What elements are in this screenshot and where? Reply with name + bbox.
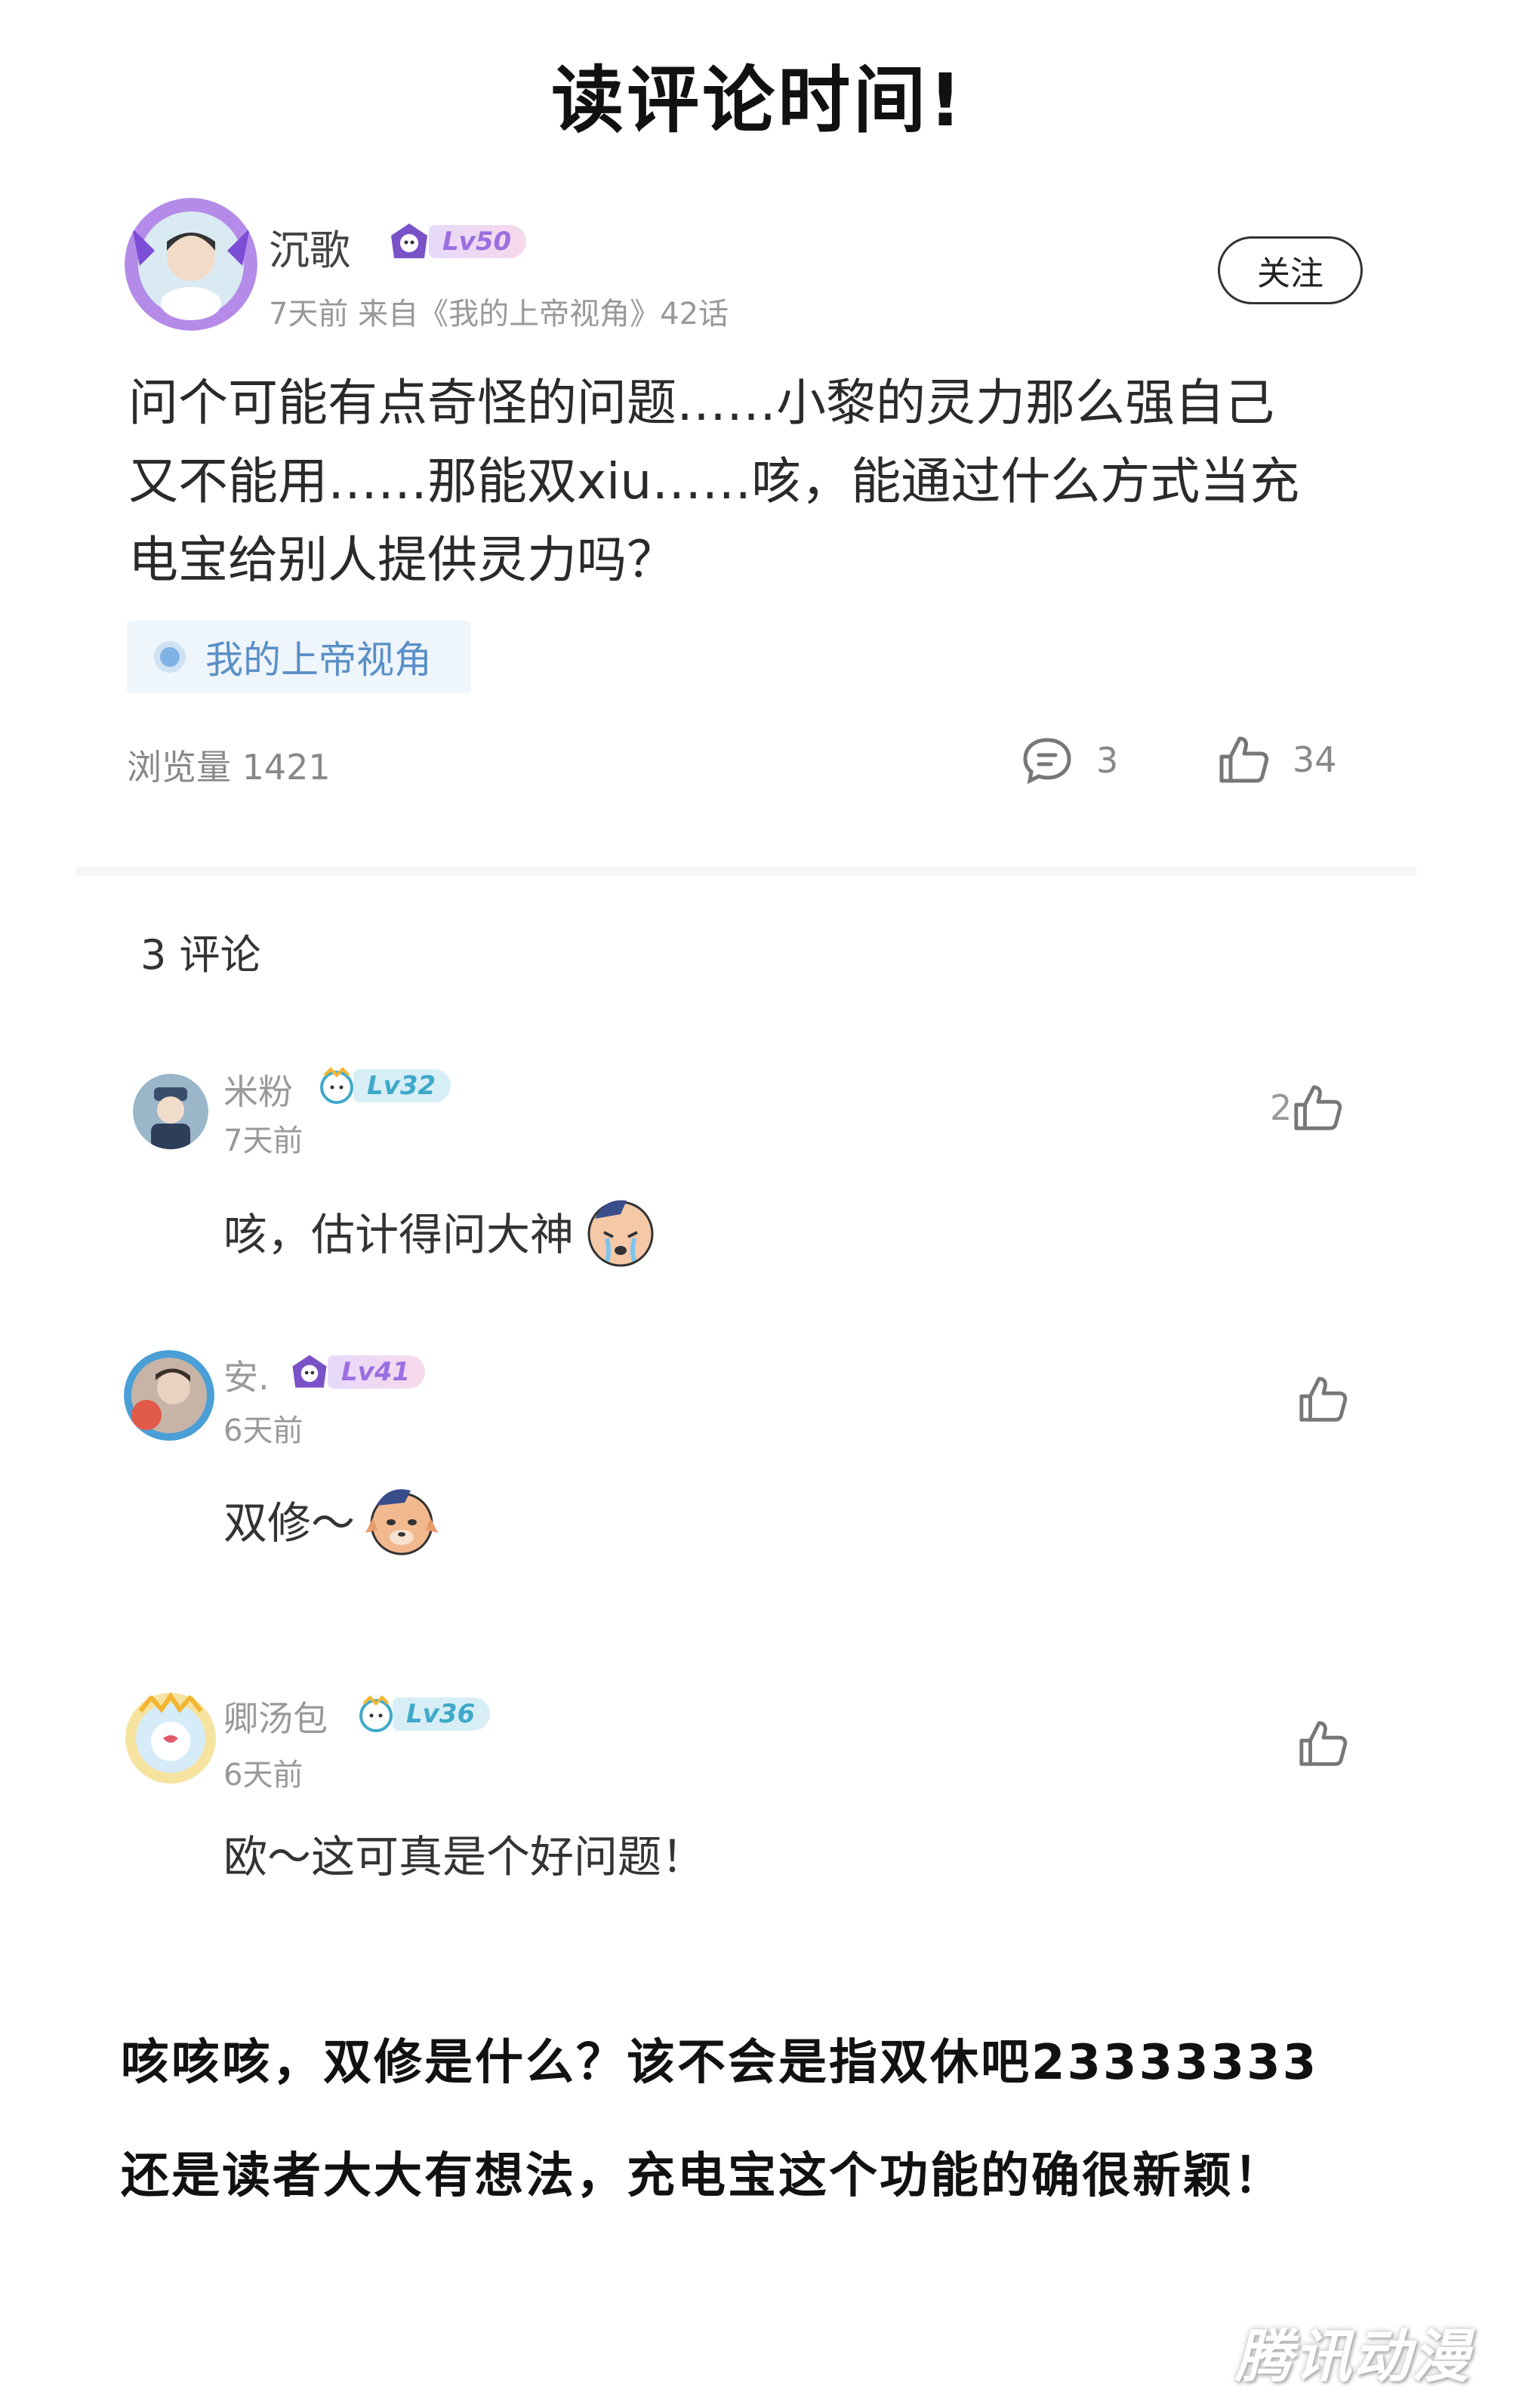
comment-text-content: 咳，估计得问大神 (223, 1209, 575, 1260)
level-label: Lv32 (353, 1069, 451, 1102)
level-mascot-icon (359, 1695, 393, 1732)
watermark-logo: 腾讯动漫 (1235, 2323, 1471, 2390)
commenter-avatar[interactable] (124, 1691, 217, 1785)
footer-line-2: 还是读者大大有想法，充电宝这个功能的确很新颖！ (121, 2148, 1284, 2204)
comment-text-content: 双修～ (223, 1497, 356, 1549)
dog-face-emoji-icon (365, 1489, 439, 1555)
comment-text-content: 欧～这可真是个好问题！ (223, 1831, 706, 1882)
comment-icon (1023, 738, 1071, 785)
comment-text: 双修～ (223, 1480, 441, 1559)
comment-text: 欧～这可真是个好问题！ (223, 1821, 705, 1885)
thumbs-up-icon (1299, 1377, 1348, 1422)
comment-time: 6天前 (223, 1414, 304, 1448)
commenter-avatar[interactable] (124, 1350, 214, 1441)
section-divider (75, 867, 1416, 876)
level-label: Lv50 (429, 225, 527, 258)
comment-button[interactable]: 3 (1021, 734, 1118, 787)
view-count: 浏览量 1421 (127, 747, 331, 788)
like-button[interactable]: 34 (1217, 732, 1337, 787)
post-body-line: 电宝给别人提供灵力吗？ (128, 531, 676, 589)
thumbs-up-icon (1299, 1721, 1348, 1766)
page-title: 读评论时间! (551, 58, 965, 143)
commenter-avatar[interactable] (133, 1074, 208, 1149)
comment-like-count: 2 (1270, 1087, 1293, 1128)
comment-count: 3 (1096, 740, 1119, 781)
comment-like-button[interactable] (1297, 1717, 1350, 1773)
post-meta: 7天前 来自《我的上帝视角》42话 (269, 297, 729, 331)
level-badge: Lv32 (316, 1066, 451, 1105)
level-badge: Lv41 (287, 1352, 426, 1392)
crying-face-emoji-icon (587, 1200, 654, 1267)
follow-button[interactable]: 关注 (1218, 236, 1363, 304)
commenter-name[interactable]: 米粉 (223, 1065, 293, 1115)
post-body: 问个可能有点奇怪的问题……小黎的灵力那么强自己 又不能用……那能双xiu……咳，… (128, 364, 1351, 600)
comment-text: 咳，估计得问大神 (223, 1192, 660, 1270)
footer-line-1: 咳咳咳，双修是什么？该不会是指双休吧23333333 (121, 2035, 1319, 2091)
level-mascot-icon (391, 224, 427, 258)
level-badge: Lv36 (355, 1694, 491, 1734)
comments-header: 3 评论 (140, 931, 261, 979)
commenter-name[interactable]: 安. (223, 1350, 270, 1400)
comment-like-button[interactable]: 2 (1270, 1081, 1345, 1134)
like-count: 34 (1293, 739, 1337, 780)
level-badge: Lv50 (385, 220, 527, 263)
topic-dot-icon (160, 647, 180, 667)
comment-like-button[interactable] (1297, 1373, 1350, 1429)
commenter-name[interactable]: 卿汤包 (223, 1691, 328, 1741)
level-label: Lv41 (328, 1355, 426, 1389)
topic-label: 我的上帝视角 (205, 638, 432, 682)
comment-time: 6天前 (223, 1758, 304, 1793)
post-body-line: 问个可能有点奇怪的问题……小黎的灵力那么强自己 (128, 374, 1274, 432)
thumbs-up-icon (1219, 736, 1269, 783)
topic-tag[interactable]: 我的上帝视角 (127, 621, 471, 693)
author-avatar[interactable] (125, 198, 257, 331)
author-name[interactable]: 沉歌 (269, 217, 350, 276)
level-mascot-icon (292, 1355, 327, 1388)
post-body-line: 又不能用……那能双xiu……咳，能通过什么方式当充 (128, 452, 1300, 510)
level-label: Lv36 (393, 1697, 491, 1731)
thumbs-up-icon (1294, 1085, 1342, 1130)
comment-time: 7天前 (223, 1124, 304, 1158)
level-mascot-icon (320, 1067, 353, 1104)
